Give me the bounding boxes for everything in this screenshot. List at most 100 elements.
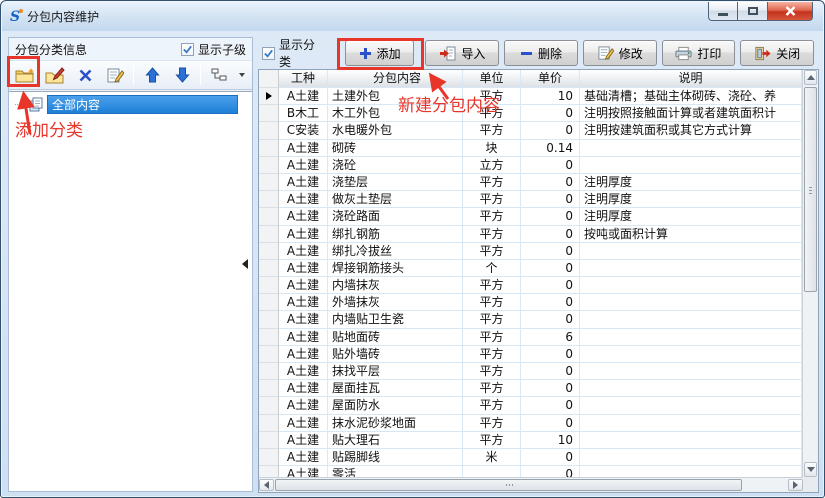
cell-content: 贴地面砖 [328, 329, 463, 346]
subcontract-table: 工种 分包内容 单位 单价 说明 A土建 土建外包 平方 10 基础清槽；基础主… [258, 69, 819, 493]
cell-trade: A土建 [279, 432, 328, 449]
table-row[interactable]: A土建 屋面挂瓦 平方 0 [259, 380, 802, 397]
table-row[interactable]: A土建 贴地面砖 平方 6 [259, 329, 802, 346]
table-row[interactable]: A土建 贴踢脚线 米 0 [259, 449, 802, 466]
cell-price: 10 [521, 432, 580, 449]
cell-note [580, 260, 802, 277]
toolbar-separator [133, 65, 134, 85]
scroll-right-button[interactable] [788, 479, 803, 491]
vertical-scroll-thumb[interactable] [804, 87, 817, 292]
table-row[interactable]: A土建 浇砼 立方 0 [259, 157, 802, 174]
table-row[interactable]: A土建 做灰土垫层 平方 0 注明厚度 [259, 191, 802, 208]
tree-item-all-content[interactable]: 全部内容 [9, 95, 252, 114]
vertical-scrollbar[interactable] [802, 70, 818, 477]
cell-trade: C安装 [279, 122, 328, 139]
cell-unit [463, 466, 521, 477]
cell-unit: 平方 [463, 363, 521, 380]
move-down-icon[interactable] [170, 63, 194, 87]
cell-trade: A土建 [279, 294, 328, 311]
table-row[interactable]: A土建 抹水泥砂浆地面 平方 0 [259, 415, 802, 432]
close-window-button[interactable] [767, 2, 813, 21]
close-icon [785, 6, 796, 16]
table-row[interactable]: A土建 绑扎冷拔丝 平方 0 [259, 243, 802, 260]
import-button[interactable]: 导入 [425, 40, 499, 66]
maximize-button[interactable] [738, 2, 767, 21]
table-row[interactable]: A土建 零活 0 [259, 466, 802, 477]
cell-price: 0 [521, 122, 580, 139]
move-up-icon[interactable] [140, 63, 164, 87]
table-row[interactable]: B木工 木工外包 平方 0 注明按照接触面计算或者建筑面积计 [259, 105, 802, 122]
table-row[interactable]: A土建 土建外包 平方 10 基础清槽；基础主体砌砖、浇砼、养 [259, 88, 802, 105]
rename-category-icon[interactable] [103, 63, 127, 87]
table-row[interactable]: A土建 绑扎钢筋 平方 0 按吨或面积计算 [259, 226, 802, 243]
dialog-window: S 分包内容维护 分包分类信息 显示子级 [0, 0, 825, 498]
row-indicator [259, 294, 279, 311]
cell-trade: A土建 [279, 191, 328, 208]
table-row[interactable]: A土建 屋面防水 平方 0 [259, 397, 802, 414]
row-indicator [259, 243, 279, 260]
horizontal-scrollbar[interactable] [259, 477, 803, 492]
cell-note [580, 466, 802, 477]
table-row[interactable]: A土建 浇垫层 平方 0 注明厚度 [259, 174, 802, 191]
cell-content: 内墙抹灰 [328, 277, 463, 294]
table-row[interactable]: A土建 砌砖 块 0.14 [259, 140, 802, 157]
cell-content: 绑扎钢筋 [328, 226, 463, 243]
cell-unit: 平方 [463, 277, 521, 294]
cell-price: 0 [521, 191, 580, 208]
table-row[interactable]: A土建 贴外墙砖 平方 0 [259, 346, 802, 363]
table-header: 工种 分包内容 单位 单价 说明 [259, 70, 802, 88]
column-header-trade[interactable]: 工种 [279, 70, 328, 88]
show-category-checkbox[interactable]: 显示分类 [262, 36, 327, 70]
column-header-unit[interactable]: 单位 [463, 70, 521, 88]
cell-price: 0 [521, 311, 580, 328]
table-row[interactable]: A土建 内墙抹灰 平方 0 [259, 277, 802, 294]
table-row[interactable]: C安装 水电暖外包 平方 0 注明按建筑面积或其它方式计算 [259, 122, 802, 139]
row-indicator [259, 329, 279, 346]
cell-note: 注明厚度 [580, 191, 802, 208]
scroll-left-button[interactable] [259, 479, 274, 491]
cell-unit: 平方 [463, 346, 521, 363]
table-row[interactable]: A土建 浇砼路面 平方 0 注明厚度 [259, 208, 802, 225]
dropdown-caret-icon[interactable] [239, 73, 245, 77]
arrow-left-icon [264, 481, 269, 489]
cell-trade: A土建 [279, 260, 328, 277]
view-style-icon[interactable] [207, 63, 231, 87]
column-header-price[interactable]: 单价 [521, 70, 580, 88]
delete-category-icon[interactable] [73, 63, 97, 87]
table-row[interactable]: A土建 内墙贴卫生瓷 平方 0 [259, 311, 802, 328]
table-row[interactable]: A土建 外墙抹灰 平方 0 [259, 294, 802, 311]
close-button[interactable]: 关闭 [740, 40, 814, 66]
table-row[interactable]: A土建 焊接钢筋接头 个 0 [259, 260, 802, 277]
cell-note [580, 380, 802, 397]
show-sublevel-checkbox[interactable]: 显示子级 [181, 41, 246, 58]
row-indicator [259, 122, 279, 139]
print-button[interactable]: 打印 [662, 40, 736, 66]
current-row-icon [266, 92, 272, 100]
collapse-arrow-icon[interactable] [242, 259, 248, 269]
column-header-content[interactable]: 分包内容 [328, 70, 463, 88]
table-row[interactable]: A土建 抹找平层 平方 0 [259, 363, 802, 380]
scroll-up-button[interactable] [804, 70, 817, 85]
column-header-note[interactable]: 说明 [580, 70, 802, 88]
modify-button[interactable]: 修改 [583, 40, 657, 66]
minimize-button[interactable] [708, 2, 738, 21]
titlebar[interactable]: S 分包内容维护 [2, 2, 823, 31]
edit-category-folder-icon[interactable] [43, 63, 67, 87]
cell-content: 浇垫层 [328, 174, 463, 191]
maximize-icon [748, 7, 758, 15]
cell-note [580, 140, 802, 157]
cell-price: 0 [521, 466, 580, 477]
annotation-box-add-category [7, 56, 40, 87]
cell-unit: 平方 [463, 243, 521, 260]
scroll-down-button[interactable] [804, 462, 817, 477]
table-row[interactable]: A土建 贴大理石 平方 10 [259, 432, 802, 449]
checkbox-checked-icon [181, 43, 194, 56]
horizontal-scroll-thumb[interactable] [275, 479, 742, 491]
arrow-right-icon [793, 481, 798, 489]
cell-content: 零活 [328, 466, 463, 477]
cell-content: 焊接钢筋接头 [328, 260, 463, 277]
cell-price: 0 [521, 346, 580, 363]
delete-button[interactable]: 删除 [504, 40, 578, 66]
checkbox-checked-icon [262, 47, 275, 60]
cell-note: 注明厚度 [580, 208, 802, 225]
